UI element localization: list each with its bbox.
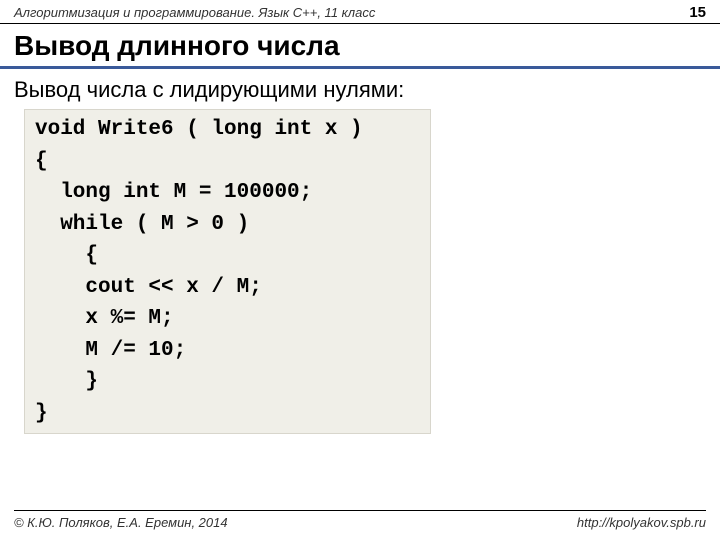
code-block: void Write6 ( long int x ) { long int M … <box>24 109 431 434</box>
code-line: cout << x / M; <box>35 276 262 299</box>
slide-title: Вывод длинного числа <box>0 24 720 69</box>
code-line: while ( M > 0 ) <box>35 213 249 236</box>
slide-footer: © К.Ю. Поляков, Е.А. Еремин, 2014 http:/… <box>14 510 706 530</box>
code-line: { <box>35 150 48 173</box>
copyright-text: © К.Ю. Поляков, Е.А. Еремин, 2014 <box>14 515 228 530</box>
course-label: Алгоритмизация и программирование. Язык … <box>14 5 375 20</box>
slide-subtitle: Вывод числа с лидирующими нулями: <box>0 69 720 109</box>
code-line: { <box>35 244 98 267</box>
footer-url: http://kpolyakov.spb.ru <box>577 515 706 530</box>
code-line: } <box>35 370 98 393</box>
page-number: 15 <box>689 4 706 21</box>
code-line: long int M = 100000; <box>35 181 312 204</box>
code-line: x %= M; <box>35 307 174 330</box>
code-line: void Write6 ( long int x ) <box>35 118 363 141</box>
code-line: M /= 10; <box>35 339 186 362</box>
slide-header: Алгоритмизация и программирование. Язык … <box>0 0 720 24</box>
code-line: } <box>35 402 48 425</box>
